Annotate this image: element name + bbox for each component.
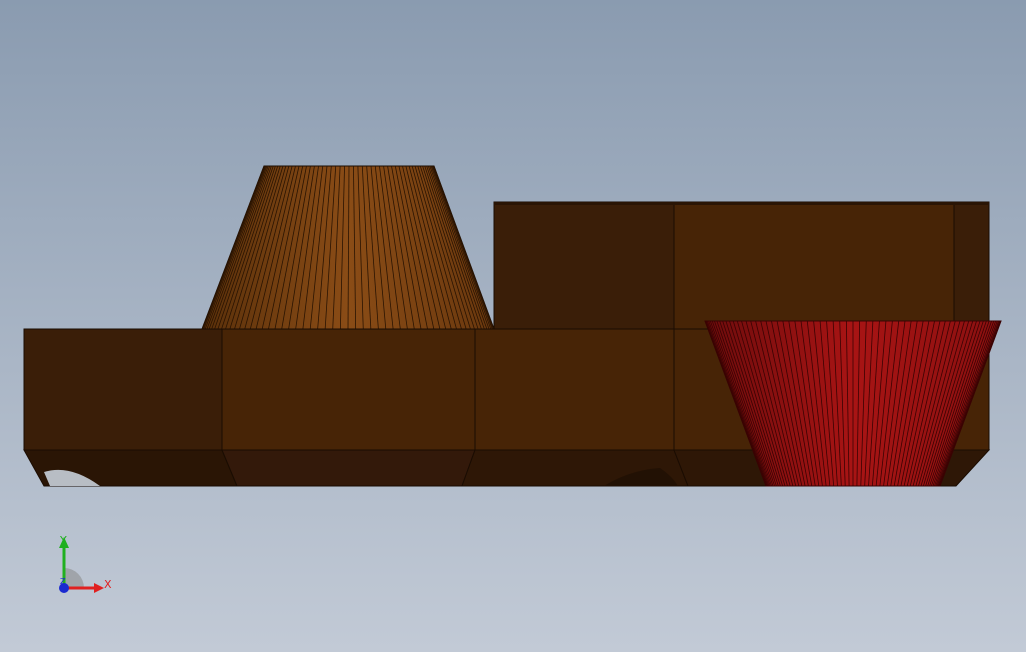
y-axis-label: Y	[59, 534, 67, 547]
x-axis-label: X	[104, 578, 112, 591]
z-axis-label: Z	[60, 577, 66, 586]
upper-block	[493, 201, 990, 330]
model-view[interactable]	[0, 0, 1026, 652]
cad-viewport[interactable]: Y X Z	[0, 0, 1026, 652]
top-cone	[201, 165, 495, 330]
coordinate-triad: Y X Z	[59, 534, 112, 593]
